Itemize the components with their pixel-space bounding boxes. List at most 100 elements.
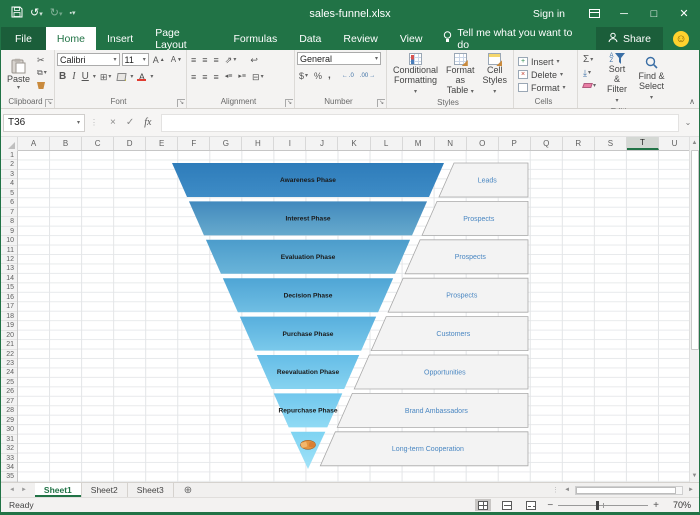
cut-icon[interactable]: ✂ bbox=[35, 54, 49, 65]
expand-formula-bar-icon[interactable]: ⌄ bbox=[679, 118, 697, 127]
italic-button[interactable]: I bbox=[70, 71, 77, 82]
sheet-tab-sheet3[interactable]: Sheet3 bbox=[128, 483, 174, 497]
font-color-icon[interactable]: A bbox=[135, 73, 148, 81]
column-header-L[interactable]: L bbox=[371, 137, 403, 150]
font-color-dropdown-icon[interactable]: ▾ bbox=[150, 73, 153, 80]
row-header-7[interactable]: 7 bbox=[1, 208, 17, 217]
column-header-P[interactable]: P bbox=[499, 137, 531, 150]
page-layout-view-icon[interactable] bbox=[499, 499, 515, 511]
column-header-D[interactable]: D bbox=[114, 137, 146, 150]
row-header-35[interactable]: 35 bbox=[1, 472, 17, 481]
row-header-4[interactable]: 4 bbox=[1, 179, 17, 188]
row-header-29[interactable]: 29 bbox=[1, 416, 17, 425]
column-header-B[interactable]: B bbox=[50, 137, 82, 150]
borders-icon[interactable]: ⊞▾ bbox=[98, 71, 114, 82]
insert-cells-button[interactable]: +Insert▾ bbox=[516, 55, 575, 68]
sort-filter-button[interactable]: AZ Sort &Filter ▾ bbox=[601, 52, 633, 107]
row-header-17[interactable]: 17 bbox=[1, 302, 17, 311]
row-header-27[interactable]: 27 bbox=[1, 397, 17, 406]
row-header-16[interactable]: 16 bbox=[1, 293, 17, 302]
zoom-level[interactable]: 70% bbox=[667, 500, 691, 510]
sign-in-button[interactable]: Sign in bbox=[519, 8, 579, 20]
row-header-30[interactable]: 30 bbox=[1, 425, 17, 434]
new-sheet-icon[interactable]: ⊕ bbox=[174, 483, 202, 497]
page-break-view-icon[interactable] bbox=[523, 499, 539, 511]
column-header-C[interactable]: C bbox=[82, 137, 114, 150]
find-select-button[interactable]: Find &Select ▾ bbox=[633, 52, 670, 107]
collapse-ribbon-icon[interactable]: ∧ bbox=[689, 97, 695, 106]
comma-format-icon[interactable]: , bbox=[326, 70, 333, 81]
orientation-icon[interactable]: ⇗▾ bbox=[223, 54, 239, 65]
column-header-J[interactable]: J bbox=[306, 137, 338, 150]
row-header-25[interactable]: 25 bbox=[1, 378, 17, 387]
cancel-icon[interactable]: × bbox=[110, 117, 116, 128]
zoom-out-icon[interactable]: − bbox=[547, 500, 553, 511]
align-left-icon[interactable]: ≡ bbox=[189, 71, 198, 82]
decrease-indent-icon[interactable]: ◂≡ bbox=[223, 71, 235, 82]
increase-font-icon[interactable]: A▲ bbox=[151, 54, 167, 65]
merge-center-icon[interactable]: ⊟▾ bbox=[250, 71, 266, 82]
row-header-9[interactable]: 9 bbox=[1, 227, 17, 236]
sheet-tab-sheet2[interactable]: Sheet2 bbox=[82, 483, 128, 497]
fill-color-icon[interactable] bbox=[115, 73, 128, 81]
minimize-button[interactable]: ─ bbox=[609, 0, 639, 27]
row-header-19[interactable]: 19 bbox=[1, 321, 17, 330]
align-center-icon[interactable]: ≡ bbox=[200, 71, 209, 82]
conditional-formatting-button[interactable]: ConditionalFormatting ▾ bbox=[389, 52, 442, 98]
name-box[interactable]: T36▾ bbox=[3, 114, 85, 132]
sheet-tab-sheet1[interactable]: Sheet1 bbox=[35, 483, 82, 497]
decrease-decimal-icon[interactable]: .00→ bbox=[358, 70, 377, 81]
column-header-Q[interactable]: Q bbox=[531, 137, 563, 150]
row-header-11[interactable]: 11 bbox=[1, 246, 17, 255]
column-header-G[interactable]: G bbox=[210, 137, 242, 150]
row-header-18[interactable]: 18 bbox=[1, 312, 17, 321]
vertical-scrollbar[interactable]: ▲ ▼ bbox=[689, 137, 699, 482]
fill-color-dropdown-icon[interactable]: ▾ bbox=[130, 73, 133, 80]
sheet-nav-left-icon[interactable]: ◄ bbox=[9, 487, 15, 493]
close-button[interactable]: ✕ bbox=[669, 0, 699, 27]
paste-button[interactable]: Paste ▾ bbox=[3, 52, 34, 97]
row-header-21[interactable]: 21 bbox=[1, 340, 17, 349]
alignment-dialog-launcher-icon[interactable]: ↘ bbox=[285, 99, 293, 107]
column-header-R[interactable]: R bbox=[563, 137, 595, 150]
customize-qat-icon[interactable]: ▪▾ bbox=[69, 10, 75, 17]
feedback-smiley-icon[interactable]: ☺ bbox=[673, 31, 689, 47]
align-top-icon[interactable]: ≡ bbox=[189, 54, 198, 65]
tab-data[interactable]: Data bbox=[288, 27, 332, 50]
tab-review[interactable]: Review bbox=[332, 27, 388, 50]
format-painter-icon[interactable] bbox=[35, 80, 49, 91]
number-dialog-launcher-icon[interactable]: ↘ bbox=[377, 99, 385, 107]
tab-formulas[interactable]: Formulas bbox=[222, 27, 288, 50]
row-header-24[interactable]: 24 bbox=[1, 368, 17, 377]
tab-home[interactable]: Home bbox=[46, 27, 96, 50]
tab-insert[interactable]: Insert bbox=[96, 27, 144, 50]
clear-icon[interactable]: ▾ bbox=[581, 80, 600, 91]
row-header-32[interactable]: 32 bbox=[1, 444, 17, 453]
column-header-H[interactable]: H bbox=[242, 137, 274, 150]
scroll-up-icon[interactable]: ▲ bbox=[692, 137, 698, 149]
wrap-text-icon[interactable]: ↩ bbox=[248, 54, 260, 65]
tab-view[interactable]: View bbox=[389, 27, 434, 50]
column-header-U[interactable]: U bbox=[659, 137, 691, 150]
formula-bar-splitter[interactable]: ⋮ bbox=[85, 118, 104, 127]
column-header-K[interactable]: K bbox=[338, 137, 370, 150]
undo-icon[interactable]: ↺▾ bbox=[30, 8, 43, 19]
row-header-22[interactable]: 22 bbox=[1, 350, 17, 359]
vertical-scroll-thumb[interactable] bbox=[691, 150, 699, 350]
clipboard-dialog-launcher-icon[interactable]: ↘ bbox=[45, 99, 53, 107]
row-header-5[interactable]: 5 bbox=[1, 189, 17, 198]
sheet-nav-right-icon[interactable]: ► bbox=[21, 487, 27, 493]
scroll-right-icon[interactable]: ► bbox=[685, 487, 697, 493]
row-header-2[interactable]: 2 bbox=[1, 160, 17, 169]
scroll-down-icon[interactable]: ▼ bbox=[692, 470, 698, 482]
align-middle-icon[interactable]: ≡ bbox=[200, 54, 209, 65]
row-header-34[interactable]: 34 bbox=[1, 463, 17, 472]
tell-me-box[interactable]: Tell me what you want to do bbox=[433, 27, 596, 50]
insert-function-icon[interactable]: fx bbox=[144, 117, 151, 128]
maximize-button[interactable]: □ bbox=[639, 0, 669, 27]
increase-indent-icon[interactable]: ▸≡ bbox=[236, 71, 248, 82]
column-header-I[interactable]: I bbox=[274, 137, 306, 150]
row-header-31[interactable]: 31 bbox=[1, 435, 17, 444]
font-family-select[interactable]: Calibri▾ bbox=[57, 53, 120, 66]
paste-dropdown-icon[interactable]: ▾ bbox=[17, 84, 20, 91]
